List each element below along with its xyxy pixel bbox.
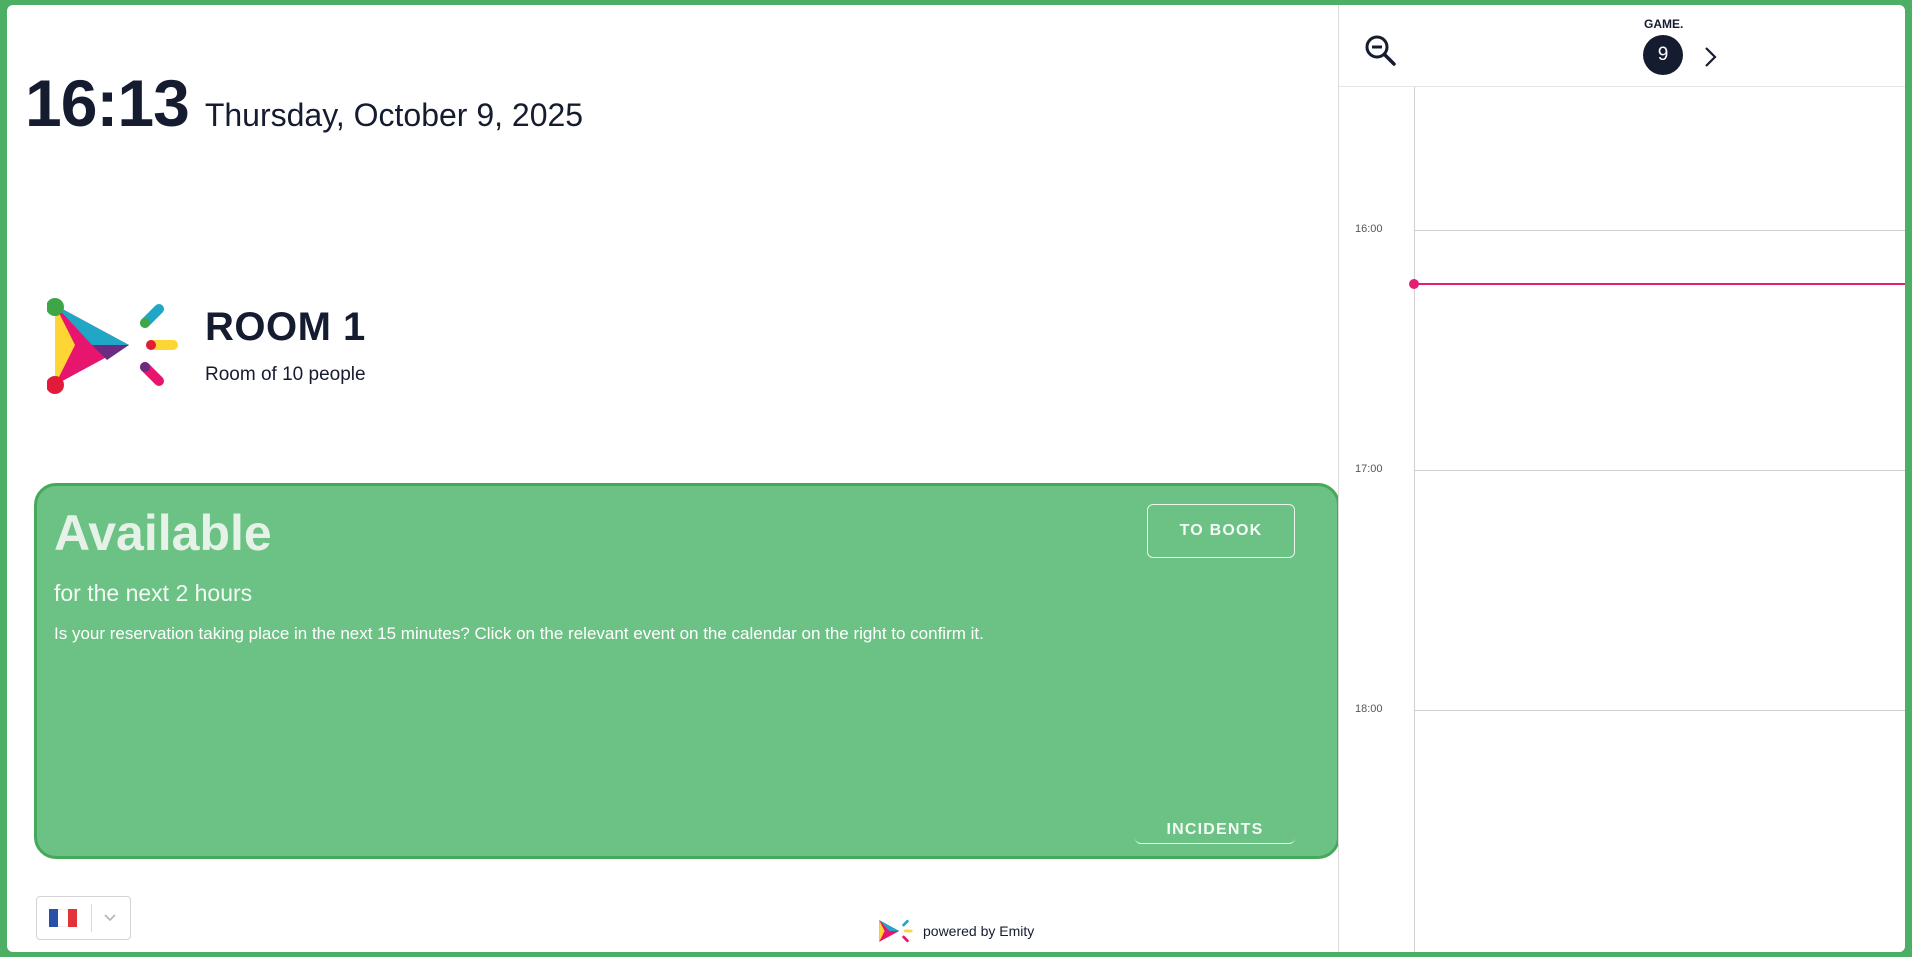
hour-row: 17:00	[1339, 463, 1905, 475]
room-name: ROOM 1	[205, 304, 366, 349]
current-date: Thursday, October 9, 2025	[204, 97, 584, 133]
calendar-panel: GAME. 9 16:00 17:00 18:00	[1338, 5, 1905, 952]
fr-flag-icon	[49, 909, 77, 927]
book-button[interactable]: TO BOOK	[1147, 504, 1295, 558]
incidents-button[interactable]: INCIDENTS	[1135, 816, 1295, 844]
room-info: ROOM 1 Room of 10 people	[47, 295, 366, 395]
chevron-down-icon[interactable]	[104, 914, 116, 922]
emity-logo-icon	[47, 298, 178, 394]
calendar-header: GAME. 9	[1339, 5, 1905, 87]
hour-row: 16:00	[1339, 223, 1905, 235]
status-message: Is your reservation taking place in the …	[54, 624, 984, 643]
language-selector[interactable]	[36, 896, 131, 940]
calendar-grid[interactable]: 16:00 17:00 18:00	[1339, 87, 1905, 952]
current-time-dot	[1409, 279, 1419, 289]
hour-label: 16:00	[1355, 223, 1383, 235]
status-duration: for the next 2 hours	[54, 580, 253, 606]
app-frame: 16:13 Thursday, October 9, 2025 ROOM 1 R…	[7, 5, 1905, 952]
day-name: GAME.	[1644, 17, 1684, 31]
powered-by-text: powered by Emity	[923, 923, 1035, 939]
current-time-indicator	[1409, 279, 1905, 289]
emity-small-logo-icon	[879, 919, 913, 943]
chevron-right-icon[interactable]	[1701, 45, 1721, 69]
availability-card: Available for the next 2 hours Is your r…	[34, 483, 1340, 859]
hour-label: 18:00	[1355, 703, 1383, 715]
current-time: 16:13	[25, 66, 190, 140]
powered-by: powered by Emity	[877, 917, 1034, 945]
room-panel: 16:13 Thursday, October 9, 2025 ROOM 1 R…	[7, 5, 1340, 952]
hour-label: 17:00	[1355, 463, 1383, 475]
hour-row: 18:00	[1339, 703, 1905, 715]
day-number-badge[interactable]: 9	[1643, 35, 1683, 75]
room-capacity: Room of 10 people	[205, 363, 366, 385]
clock: 16:13 Thursday, October 9, 2025	[25, 65, 583, 141]
status-title: Available	[54, 505, 272, 561]
zoom-out-icon[interactable]	[1363, 33, 1397, 67]
